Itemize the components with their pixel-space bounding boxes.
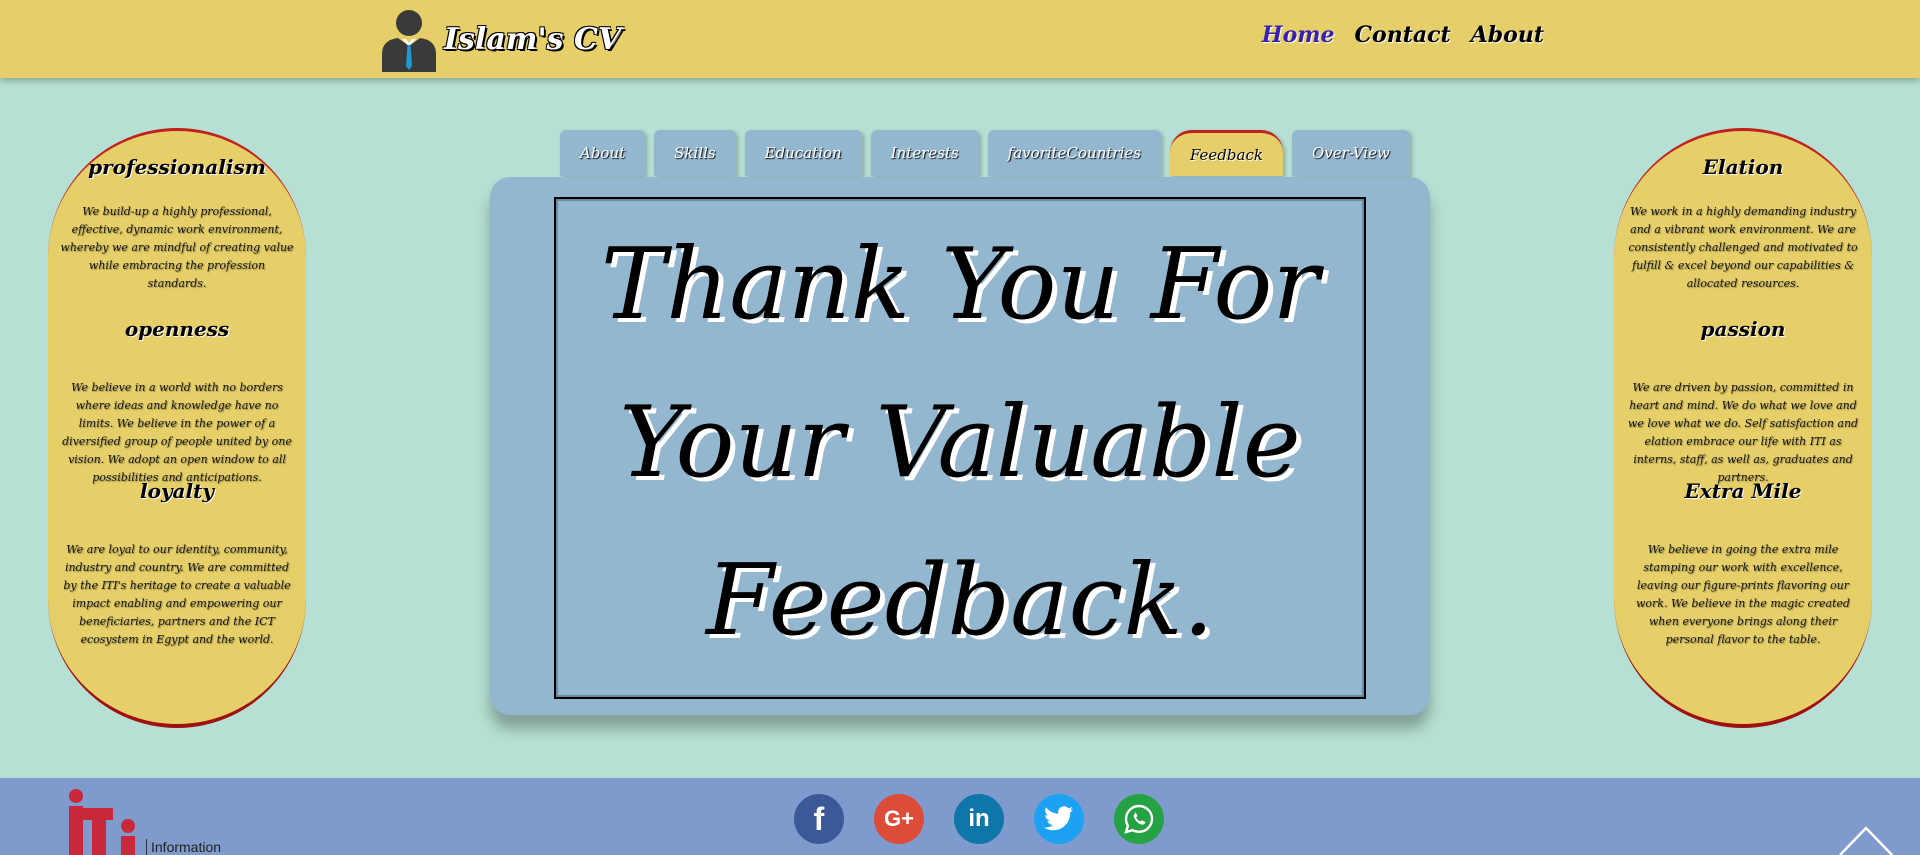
value-section: loyalty We are loyal to our identity, co… (58, 479, 296, 646)
twitter-icon[interactable] (1034, 794, 1084, 844)
value-text: We build-up a highly professional, effec… (60, 205, 294, 290)
cv-tabs: About Skills Education Interests favorit… (560, 130, 1410, 176)
tab-interests[interactable]: Interests (870, 130, 979, 176)
feedback-frame: Thank You For Your Valuable Feedback. (554, 197, 1366, 699)
tab-over-view[interactable]: Over-View (1291, 130, 1410, 176)
value-section: Elation We work in a highly demanding in… (1624, 155, 1862, 317)
value-section: passion We are driven by passion, commit… (1624, 317, 1862, 484)
site-header: Islam's CV Home Contact About (0, 0, 1920, 78)
tab-education[interactable]: Education (744, 130, 862, 176)
thank-you-message: Thank You For Your Valuable Feedback. (600, 228, 1320, 658)
value-section: professionalism We build-up a highly pro… (58, 155, 296, 317)
site-footer: Information f G+ in (0, 778, 1920, 855)
google-plus-icon[interactable]: G+ (874, 794, 924, 844)
social-links: f G+ in (794, 794, 1164, 844)
whatsapp-icon[interactable] (1114, 794, 1164, 844)
value-title: openness (124, 317, 230, 341)
value-text: We are driven by passion, committed in h… (1627, 381, 1859, 484)
value-text: We work in a highly demanding industry a… (1628, 205, 1858, 290)
brand[interactable]: Islam's CV (380, 4, 621, 74)
tab-favorite-countries[interactable]: favoriteCountries (987, 130, 1161, 176)
value-title: Elation (1702, 155, 1784, 179)
person-avatar-icon (382, 10, 436, 72)
value-title: passion (1700, 317, 1786, 341)
values-panel-right: Elation We work in a highly demanding in… (1614, 128, 1872, 728)
whatsapp-glyph (1124, 804, 1154, 834)
tab-content-card: Thank You For Your Valuable Feedback. (490, 177, 1430, 715)
value-text: We are loyal to our identity, community,… (63, 543, 291, 646)
iti-logo: Information (64, 786, 221, 855)
linkedin-icon[interactable]: in (954, 794, 1004, 844)
nav-contact-link[interactable]: Contact (1355, 22, 1451, 48)
brand-title: Islam's CV (444, 21, 622, 57)
value-section: Extra Mile We believe in going the extra… (1624, 479, 1862, 646)
tab-about[interactable]: About (560, 130, 646, 176)
value-title: professionalism (88, 155, 266, 179)
tab-skills[interactable]: Skills (654, 130, 736, 176)
twitter-bird-glyph (1044, 806, 1073, 831)
nav-about-link[interactable]: About (1471, 22, 1544, 48)
value-title: Extra Mile (1684, 479, 1802, 503)
tab-feedback[interactable]: Feedback (1169, 130, 1283, 176)
iti-logo-icon (69, 789, 135, 855)
value-text: We believe in going the extra mile stamp… (1636, 543, 1850, 646)
scroll-to-top-icon[interactable] (1836, 822, 1896, 855)
facebook-icon[interactable]: f (794, 794, 844, 844)
iti-caption: Information (146, 839, 221, 855)
value-text: We believe in a world with no borders wh… (62, 381, 292, 484)
nav-home-link[interactable]: Home (1262, 22, 1335, 48)
value-section: openness We believe in a world with no b… (58, 317, 296, 484)
values-panel-left: professionalism We build-up a highly pro… (48, 128, 306, 728)
main-nav: Home Contact About (1262, 22, 1544, 48)
